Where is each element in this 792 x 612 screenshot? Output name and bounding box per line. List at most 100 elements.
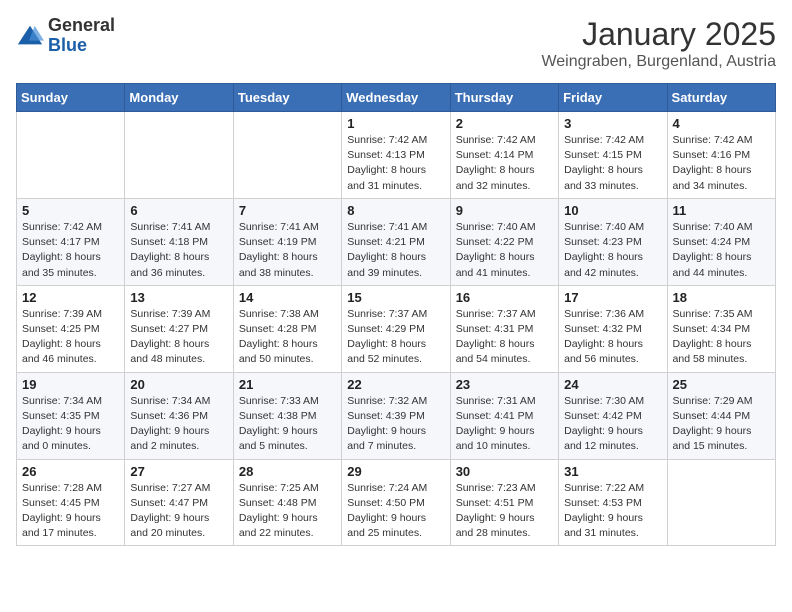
day-info: Sunrise: 7:39 AMSunset: 4:27 PMDaylight:… [130, 307, 227, 368]
calendar-cell: 22 Sunrise: 7:32 AMSunset: 4:39 PMDayligh… [342, 372, 450, 459]
day-number: 14 [239, 290, 336, 305]
logo-blue: Blue [48, 36, 115, 56]
day-info: Sunrise: 7:36 AMSunset: 4:32 PMDaylight:… [564, 307, 661, 368]
calendar-cell: 1 Sunrise: 7:42 AMSunset: 4:13 PMDaylight… [342, 112, 450, 199]
day-info: Sunrise: 7:37 AMSunset: 4:31 PMDaylight:… [456, 307, 553, 368]
day-number: 24 [564, 377, 661, 392]
calendar-cell: 11 Sunrise: 7:40 AMSunset: 4:24 PMDayligh… [667, 198, 775, 285]
day-number: 6 [130, 203, 227, 218]
day-info: Sunrise: 7:23 AMSunset: 4:51 PMDaylight:… [456, 481, 553, 542]
calendar-cell: 17 Sunrise: 7:36 AMSunset: 4:32 PMDayligh… [559, 285, 667, 372]
day-number: 19 [22, 377, 119, 392]
day-number: 2 [456, 116, 553, 131]
day-number: 26 [22, 464, 119, 479]
day-info: Sunrise: 7:39 AMSunset: 4:25 PMDaylight:… [22, 307, 119, 368]
calendar-body: 1 Sunrise: 7:42 AMSunset: 4:13 PMDaylight… [17, 112, 776, 546]
logo: General Blue [16, 16, 115, 56]
calendar-cell: 26Sunrise: 7:28 AMSunset: 4:45 PMDayligh… [17, 459, 125, 546]
day-number: 13 [130, 290, 227, 305]
calendar-cell: 14 Sunrise: 7:38 AMSunset: 4:28 PMDayligh… [233, 285, 341, 372]
calendar-cell [667, 459, 775, 546]
day-number: 20 [130, 377, 227, 392]
calendar-cell: 9 Sunrise: 7:40 AMSunset: 4:22 PMDaylight… [450, 198, 558, 285]
day-number: 1 [347, 116, 444, 131]
calendar-week-row: 1 Sunrise: 7:42 AMSunset: 4:13 PMDaylight… [17, 112, 776, 199]
day-number: 9 [456, 203, 553, 218]
logo-icon [16, 22, 44, 50]
day-number: 17 [564, 290, 661, 305]
calendar-cell: 29Sunrise: 7:24 AMSunset: 4:50 PMDayligh… [342, 459, 450, 546]
calendar-cell: 18 Sunrise: 7:35 AMSunset: 4:34 PMDayligh… [667, 285, 775, 372]
day-info: Sunrise: 7:34 AMSunset: 4:35 PMDaylight:… [22, 394, 119, 455]
calendar-cell: 4Sunrise: 7:42 AMSunset: 4:16 PMDaylight… [667, 112, 775, 199]
calendar-cell: 5 Sunrise: 7:42 AMSunset: 4:17 PMDaylight… [17, 198, 125, 285]
day-number: 5 [22, 203, 119, 218]
day-number: 8 [347, 203, 444, 218]
day-info: Sunrise: 7:41 AMSunset: 4:21 PMDaylight:… [347, 220, 444, 281]
calendar-header-saturday: Saturday [667, 84, 775, 112]
logo-general: General [48, 16, 115, 36]
day-number: 23 [456, 377, 553, 392]
day-info: Sunrise: 7:42 AMSunset: 4:14 PMDaylight:… [456, 133, 553, 194]
day-number: 31 [564, 464, 661, 479]
calendar-header-sunday: Sunday [17, 84, 125, 112]
day-info: Sunrise: 7:24 AMSunset: 4:50 PMDaylight:… [347, 481, 444, 542]
location-title: Weingraben, Burgenland, Austria [541, 53, 776, 71]
day-info: Sunrise: 7:42 AMSunset: 4:17 PMDaylight:… [22, 220, 119, 281]
day-info: Sunrise: 7:25 AMSunset: 4:48 PMDaylight:… [239, 481, 336, 542]
day-number: 18 [673, 290, 770, 305]
day-number: 22 [347, 377, 444, 392]
day-number: 10 [564, 203, 661, 218]
day-info: Sunrise: 7:27 AMSunset: 4:47 PMDaylight:… [130, 481, 227, 542]
calendar-cell: 23Sunrise: 7:31 AMSunset: 4:41 PMDayligh… [450, 372, 558, 459]
calendar-cell: 13 Sunrise: 7:39 AMSunset: 4:27 PMDayligh… [125, 285, 233, 372]
calendar: SundayMondayTuesdayWednesdayThursdayFrid… [16, 83, 776, 546]
calendar-cell: 16Sunrise: 7:37 AMSunset: 4:31 PMDayligh… [450, 285, 558, 372]
day-info: Sunrise: 7:37 AMSunset: 4:29 PMDaylight:… [347, 307, 444, 368]
calendar-cell: 6Sunrise: 7:41 AMSunset: 4:18 PMDaylight… [125, 198, 233, 285]
calendar-cell: 15 Sunrise: 7:37 AMSunset: 4:29 PMDayligh… [342, 285, 450, 372]
day-number: 15 [347, 290, 444, 305]
calendar-cell [125, 112, 233, 199]
calendar-header-friday: Friday [559, 84, 667, 112]
day-number: 4 [673, 116, 770, 131]
page-header: General Blue January 2025 Weingraben, Bu… [16, 16, 776, 71]
calendar-cell: 28 Sunrise: 7:25 AMSunset: 4:48 PMDayligh… [233, 459, 341, 546]
day-number: 28 [239, 464, 336, 479]
logo-text: General Blue [48, 16, 115, 56]
day-number: 25 [673, 377, 770, 392]
day-info: Sunrise: 7:42 AMSunset: 4:13 PMDaylight:… [347, 133, 444, 194]
day-number: 11 [673, 203, 770, 218]
day-info: Sunrise: 7:35 AMSunset: 4:34 PMDaylight:… [673, 307, 770, 368]
calendar-header-wednesday: Wednesday [342, 84, 450, 112]
day-info: Sunrise: 7:41 AMSunset: 4:19 PMDaylight:… [239, 220, 336, 281]
day-info: Sunrise: 7:40 AMSunset: 4:23 PMDaylight:… [564, 220, 661, 281]
day-info: Sunrise: 7:40 AMSunset: 4:22 PMDaylight:… [456, 220, 553, 281]
calendar-week-row: 19 Sunrise: 7:34 AMSunset: 4:35 PMDayligh… [17, 372, 776, 459]
calendar-header-row: SundayMondayTuesdayWednesdayThursdayFrid… [17, 84, 776, 112]
month-title: January 2025 [541, 16, 776, 53]
calendar-cell [17, 112, 125, 199]
calendar-cell: 30Sunrise: 7:23 AMSunset: 4:51 PMDayligh… [450, 459, 558, 546]
calendar-cell: 27 Sunrise: 7:27 AMSunset: 4:47 PMDayligh… [125, 459, 233, 546]
day-info: Sunrise: 7:42 AMSunset: 4:15 PMDaylight:… [564, 133, 661, 194]
day-number: 27 [130, 464, 227, 479]
day-number: 21 [239, 377, 336, 392]
title-block: January 2025 Weingraben, Burgenland, Aus… [541, 16, 776, 71]
calendar-cell: 20Sunrise: 7:34 AMSunset: 4:36 PMDayligh… [125, 372, 233, 459]
day-info: Sunrise: 7:32 AMSunset: 4:39 PMDaylight:… [347, 394, 444, 455]
day-info: Sunrise: 7:38 AMSunset: 4:28 PMDaylight:… [239, 307, 336, 368]
calendar-cell: 7Sunrise: 7:41 AMSunset: 4:19 PMDaylight… [233, 198, 341, 285]
calendar-cell: 31Sunrise: 7:22 AMSunset: 4:53 PMDayligh… [559, 459, 667, 546]
calendar-header-monday: Monday [125, 84, 233, 112]
calendar-cell: 10 Sunrise: 7:40 AMSunset: 4:23 PMDayligh… [559, 198, 667, 285]
day-info: Sunrise: 7:29 AMSunset: 4:44 PMDaylight:… [673, 394, 770, 455]
day-info: Sunrise: 7:33 AMSunset: 4:38 PMDaylight:… [239, 394, 336, 455]
calendar-header-tuesday: Tuesday [233, 84, 341, 112]
calendar-week-row: 26Sunrise: 7:28 AMSunset: 4:45 PMDayligh… [17, 459, 776, 546]
calendar-cell: 2 Sunrise: 7:42 AMSunset: 4:14 PMDaylight… [450, 112, 558, 199]
calendar-cell: 25 Sunrise: 7:29 AMSunset: 4:44 PMDayligh… [667, 372, 775, 459]
day-info: Sunrise: 7:30 AMSunset: 4:42 PMDaylight:… [564, 394, 661, 455]
calendar-week-row: 12Sunrise: 7:39 AMSunset: 4:25 PMDayligh… [17, 285, 776, 372]
day-info: Sunrise: 7:40 AMSunset: 4:24 PMDaylight:… [673, 220, 770, 281]
